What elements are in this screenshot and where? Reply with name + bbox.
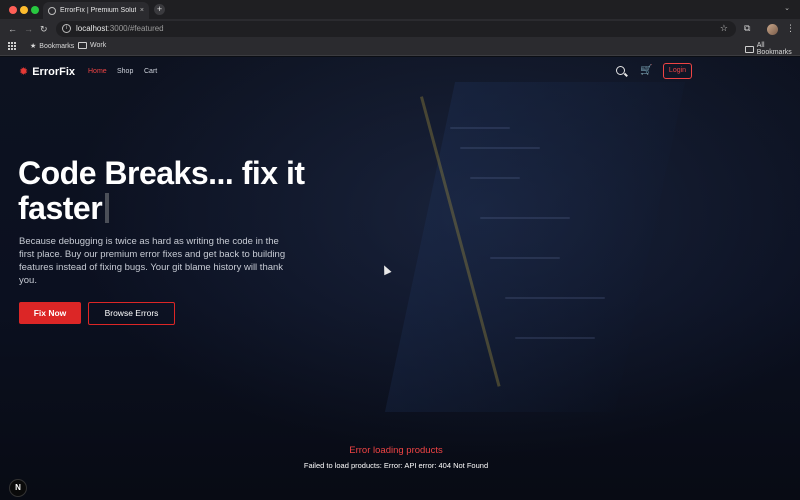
profile-avatar[interactable] — [767, 24, 778, 35]
bookmarks-folder[interactable]: ★ Bookmarks — [30, 42, 74, 51]
error-message: Failed to load products: Error: API erro… — [303, 461, 489, 470]
background-decoration — [515, 337, 595, 339]
address-bar[interactable]: i localhost:3000/#featured ☆ — [56, 21, 736, 37]
page-content: ✹ ErrorFix Home Shop Cart 🛒 Login Code B… — [0, 57, 800, 500]
star-icon: ★ — [30, 43, 37, 50]
bookmark-star-icon[interactable]: ☆ — [720, 23, 728, 34]
apps-grid-icon[interactable] — [8, 42, 16, 50]
extensions-icon[interactable]: ⧉ — [744, 23, 750, 34]
tab-title: ErrorFix | Premium Solutions — [60, 7, 136, 14]
nextjs-dev-badge[interactable]: N — [9, 479, 27, 497]
globe-icon — [48, 6, 56, 15]
browser-tab[interactable]: ErrorFix | Premium Solutions × — [43, 2, 149, 19]
background-decoration — [480, 217, 570, 219]
browse-errors-button[interactable]: Browse Errors — [88, 302, 175, 325]
error-title: Error loading products — [349, 445, 443, 456]
bookmarks-bar: ★ Bookmarks Work All Bookmarks — [0, 39, 800, 56]
background-decoration — [490, 257, 560, 259]
search-icon[interactable] — [616, 66, 625, 75]
all-bookmarks-folder[interactable]: All Bookmarks — [745, 42, 800, 56]
typing-cursor — [105, 193, 110, 223]
background-decoration — [505, 297, 605, 299]
nav-link-home[interactable]: Home — [88, 68, 107, 75]
login-button[interactable]: Login — [663, 63, 692, 79]
hero-title: Code Breaks... fix it faster — [18, 155, 305, 226]
mouse-cursor — [380, 263, 392, 276]
tab-close-icon[interactable]: × — [140, 7, 144, 14]
forward-arrow-icon[interactable]: → — [24, 23, 33, 35]
chevron-down-icon[interactable]: ⌄ — [784, 4, 790, 12]
folder-icon — [78, 42, 87, 49]
background-decoration — [470, 177, 520, 179]
url-text[interactable]: localhost:3000/#featured — [76, 24, 164, 33]
browser-toolbar: ← → ↻ i localhost:3000/#featured ☆ — [0, 19, 800, 39]
background-decoration — [450, 127, 510, 129]
background-decoration — [460, 147, 540, 149]
fix-now-button[interactable]: Fix Now — [19, 302, 81, 324]
reload-icon[interactable]: ↻ — [40, 23, 48, 35]
close-window-button[interactable] — [9, 6, 17, 14]
back-arrow-icon[interactable]: ← — [8, 23, 17, 35]
hero-description: Because debugging is twice as hard as wr… — [19, 236, 286, 286]
site-logo[interactable]: ✹ ErrorFix — [19, 66, 75, 78]
folder-icon — [745, 45, 754, 53]
logo-text: ErrorFix — [32, 66, 76, 78]
nav-link-shop[interactable]: Shop — [117, 68, 133, 75]
nav-link-cart[interactable]: Cart — [144, 68, 157, 75]
site-info-icon[interactable]: i — [62, 24, 71, 33]
more-menu-icon[interactable]: ⋮ — [786, 23, 795, 34]
tab-strip: ErrorFix | Premium Solutions × + ⌄ — [0, 0, 800, 19]
cart-icon[interactable]: 🛒 — [640, 65, 652, 76]
bug-icon: ✹ — [19, 65, 29, 78]
site-header: ✹ ErrorFix Home Shop Cart 🛒 Login — [0, 57, 800, 87]
browser-chrome: ErrorFix | Premium Solutions × + ⌄ ← → ↻… — [0, 0, 800, 56]
maximize-window-button[interactable] — [31, 6, 39, 14]
minimize-window-button[interactable] — [20, 6, 28, 14]
work-folder[interactable]: Work — [78, 42, 106, 49]
new-tab-button[interactable]: + — [154, 4, 165, 15]
